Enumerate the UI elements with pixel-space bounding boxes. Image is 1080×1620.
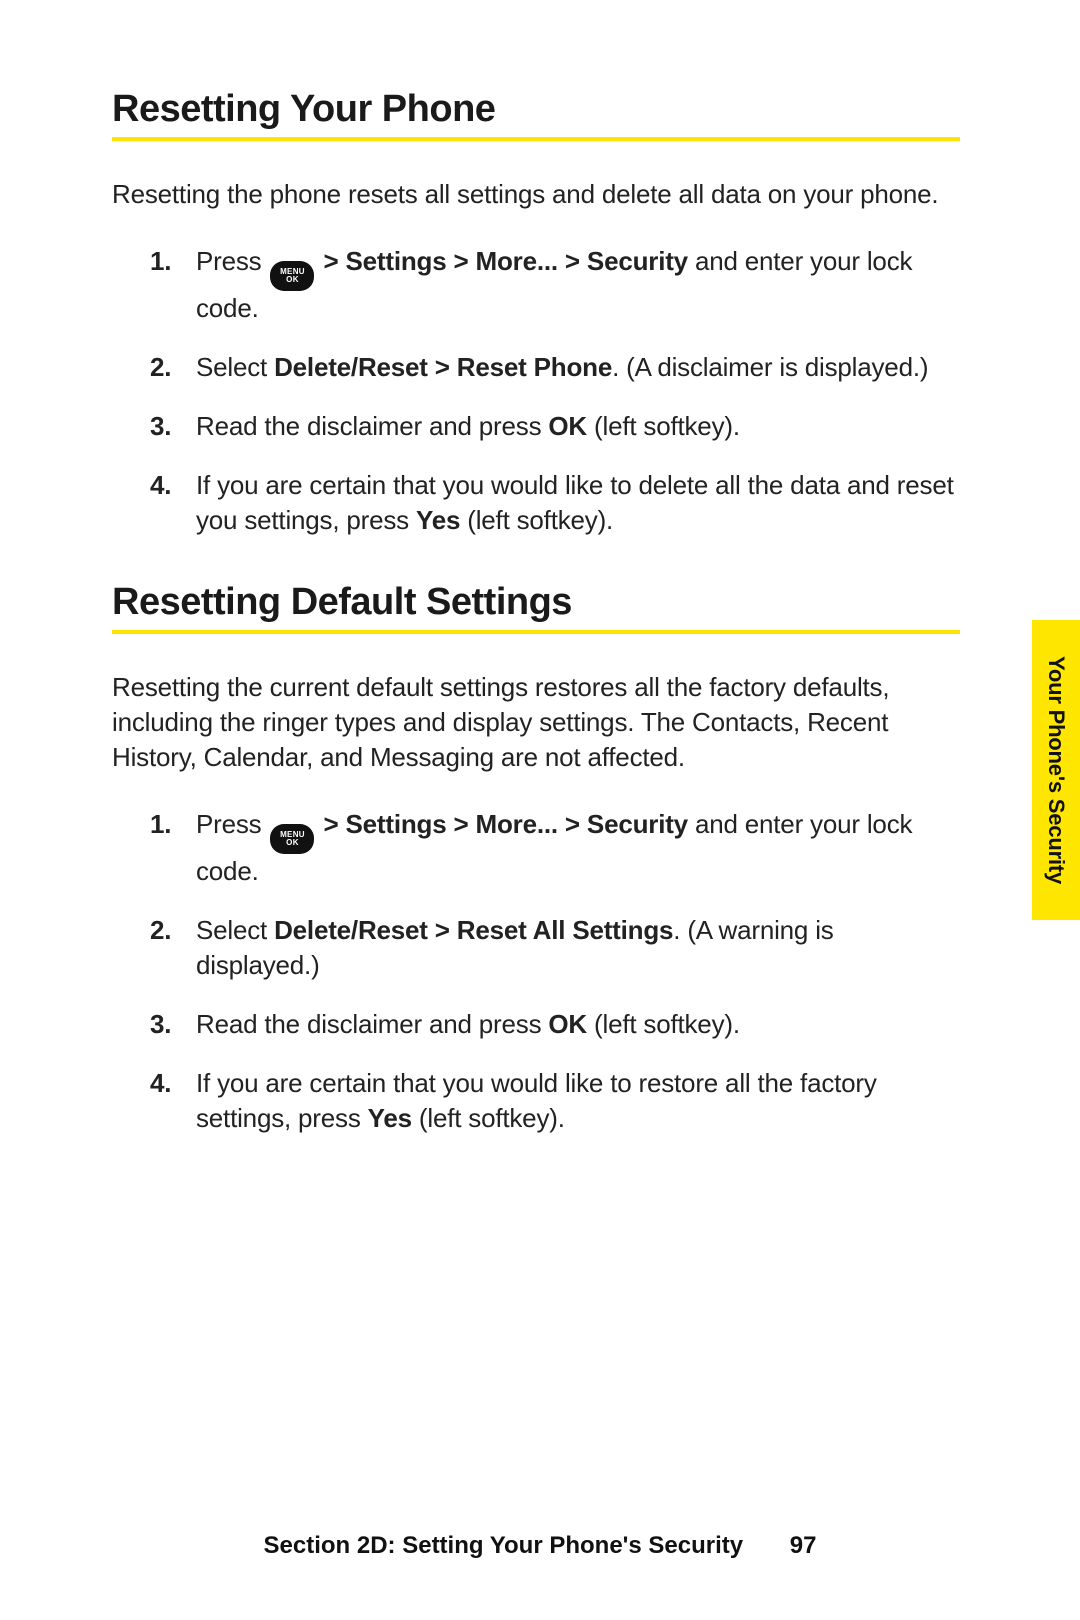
step-item: 2.Select Delete/Reset > Reset Phone. (A … [196,350,960,385]
steps-reset-phone: 1. Press MENUOK > Settings > More... > Se… [112,244,960,538]
step-text-bold: Yes [416,505,460,535]
menu-ok-key-icon: MENUOK [270,261,314,291]
step-text-bold: OK [548,1009,587,1039]
step-number: 4. [150,468,171,503]
step-text-pre: Select [196,915,274,945]
steps-reset-defaults: 1. Press MENUOK > Settings > More... > Se… [112,807,960,1137]
step-text-bold: OK [548,411,587,441]
step-text-bold: Delete/Reset > Reset Phone [274,352,612,382]
step-number: 4. [150,1066,171,1101]
step-text-post: (left softkey). [587,1009,740,1039]
page-footer: Section 2D: Setting Your Phone's Securit… [0,1532,1080,1560]
step-number: 2. [150,350,171,385]
step-text-bold: Delete/Reset > Reset All Settings [274,915,673,945]
manual-page: Resetting Your Phone Resetting the phone… [0,0,1080,1620]
step-text-post: (left softkey). [460,505,613,535]
step-text-bold: > Settings > More... > Security [316,246,687,276]
intro-reset-defaults: Resetting the current default settings r… [112,670,960,775]
side-tab-label: Your Phone's Security [1043,656,1069,884]
menu-key-line2: OK [286,838,299,847]
intro-reset-phone: Resetting the phone resets all settings … [112,177,960,212]
step-item: 4.If you are certain that you would like… [196,1066,960,1136]
step-number: 2. [150,913,171,948]
step-number: 1. [150,244,171,279]
step-text-post: (left softkey). [587,411,740,441]
step-text-post: (left softkey). [412,1103,565,1133]
step-text-pre: Read the disclaimer and press [196,1009,548,1039]
step-number: 1. [150,807,171,842]
page-number: 97 [790,1532,817,1560]
step-item: 2.Select Delete/Reset > Reset All Settin… [196,913,960,983]
side-tab: Your Phone's Security [1032,620,1080,920]
heading-reset-defaults: Resetting Default Settings [112,581,960,634]
step-text-pre: Press [196,809,268,839]
step-number: 3. [150,409,171,444]
footer-section-label: Section 2D: Setting Your Phone's Securit… [264,1532,744,1559]
heading-reset-phone: Resetting Your Phone [112,88,960,141]
step-text-post: . (A disclaimer is displayed.) [612,352,928,382]
step-number: 3. [150,1007,171,1042]
menu-key-line2: OK [286,275,299,284]
step-text-bold: Yes [368,1103,412,1133]
step-text-pre: Select [196,352,274,382]
step-item: 1.Press MENUOK > Settings > More... > Se… [196,807,960,889]
step-item: 3.Read the disclaimer and press OK (left… [196,1007,960,1042]
step-text-pre: Read the disclaimer and press [196,411,548,441]
step-text-pre: Press [196,246,268,276]
step-item: 3.Read the disclaimer and press OK (left… [196,409,960,444]
step-item: 1.Press MENUOK > Settings > More... > Se… [196,244,960,326]
step-item: 4.If you are certain that you would like… [196,468,960,538]
menu-ok-key-icon: MENUOK [270,824,314,854]
step-text-bold: > Settings > More... > Security [316,809,687,839]
